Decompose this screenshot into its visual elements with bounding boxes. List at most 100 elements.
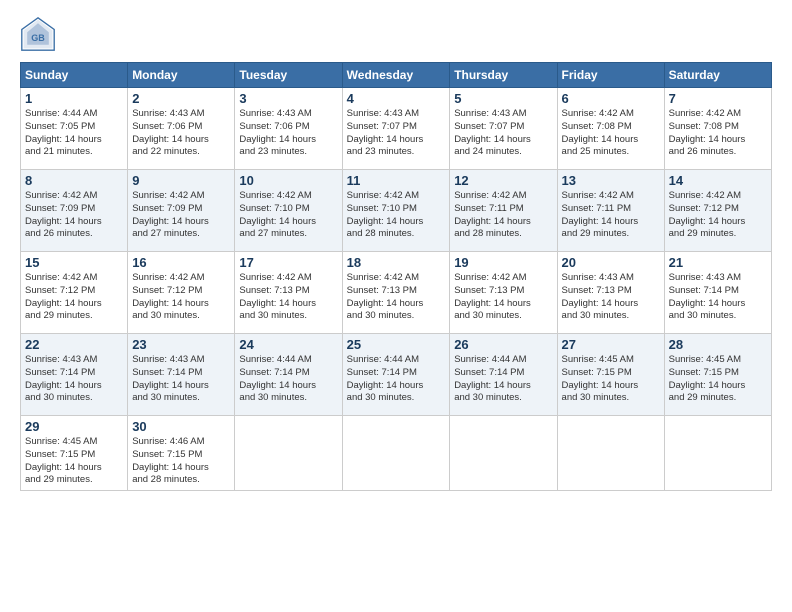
sunrise-time: 4:42 AM (277, 272, 312, 283)
day-detail: Sunrise: 4:44 AM Sunset: 7:14 PM Dayligh… (454, 354, 552, 405)
sunset-label: Sunset: (239, 285, 274, 296)
sunset-label: Sunset: (25, 285, 60, 296)
calendar-cell: 16 Sunrise: 4:42 AM Sunset: 7:12 PM Dayl… (128, 252, 235, 334)
sunset-time: 7:13 PM (382, 285, 417, 296)
daylight-label: Daylight: (669, 380, 709, 391)
sunset-label: Sunset: (454, 121, 489, 132)
day-number: 7 (669, 91, 767, 106)
sunrise-time: 4:42 AM (599, 190, 634, 201)
day-detail: Sunrise: 4:42 AM Sunset: 7:11 PM Dayligh… (562, 190, 660, 241)
daylight-label: Daylight: (239, 298, 279, 309)
sunset-time: 7:12 PM (167, 285, 202, 296)
day-detail: Sunrise: 4:42 AM Sunset: 7:08 PM Dayligh… (669, 108, 767, 159)
weekday-header: Wednesday (342, 63, 450, 88)
sunset-label: Sunset: (132, 203, 167, 214)
sunrise-time: 4:44 AM (277, 354, 312, 365)
calendar-cell: 4 Sunrise: 4:43 AM Sunset: 7:07 PM Dayli… (342, 88, 450, 170)
sunrise-label: Sunrise: (562, 272, 600, 283)
day-number: 5 (454, 91, 552, 106)
sunrise-label: Sunrise: (132, 272, 170, 283)
sunset-time: 7:07 PM (489, 121, 524, 132)
day-number: 26 (454, 337, 552, 352)
sunrise-label: Sunrise: (239, 190, 277, 201)
sunrise-label: Sunrise: (25, 108, 63, 119)
sunset-time: 7:10 PM (382, 203, 417, 214)
sunset-time: 7:13 PM (596, 285, 631, 296)
sunrise-label: Sunrise: (669, 272, 707, 283)
day-number: 14 (669, 173, 767, 188)
day-number: 20 (562, 255, 660, 270)
header: GB (20, 16, 772, 52)
sunrise-time: 4:44 AM (384, 354, 419, 365)
day-number: 18 (347, 255, 446, 270)
sunset-time: 7:12 PM (703, 203, 738, 214)
day-number: 2 (132, 91, 230, 106)
sunset-label: Sunset: (25, 449, 60, 460)
sunset-time: 7:12 PM (60, 285, 95, 296)
day-detail: Sunrise: 4:45 AM Sunset: 7:15 PM Dayligh… (669, 354, 767, 405)
sunrise-label: Sunrise: (454, 272, 492, 283)
sunrise-time: 4:43 AM (599, 272, 634, 283)
sunset-label: Sunset: (347, 367, 382, 378)
calendar-cell: 5 Sunrise: 4:43 AM Sunset: 7:07 PM Dayli… (450, 88, 557, 170)
sunrise-time: 4:42 AM (492, 272, 527, 283)
page: GB SundayMondayTuesdayWednesdayThursdayF… (0, 0, 792, 612)
calendar-cell: 6 Sunrise: 4:42 AM Sunset: 7:08 PM Dayli… (557, 88, 664, 170)
calendar-week-row: 8 Sunrise: 4:42 AM Sunset: 7:09 PM Dayli… (21, 170, 772, 252)
daylight-label: Daylight: (562, 380, 602, 391)
calendar-cell: 26 Sunrise: 4:44 AM Sunset: 7:14 PM Dayl… (450, 334, 557, 416)
day-detail: Sunrise: 4:43 AM Sunset: 7:06 PM Dayligh… (132, 108, 230, 159)
sunset-label: Sunset: (562, 121, 597, 132)
day-number: 15 (25, 255, 123, 270)
sunrise-time: 4:45 AM (706, 354, 741, 365)
calendar-cell: 17 Sunrise: 4:42 AM Sunset: 7:13 PM Dayl… (235, 252, 342, 334)
sunset-label: Sunset: (454, 203, 489, 214)
calendar-cell: 19 Sunrise: 4:42 AM Sunset: 7:13 PM Dayl… (450, 252, 557, 334)
day-detail: Sunrise: 4:43 AM Sunset: 7:14 PM Dayligh… (25, 354, 123, 405)
day-detail: Sunrise: 4:44 AM Sunset: 7:14 PM Dayligh… (347, 354, 446, 405)
sunset-time: 7:14 PM (274, 367, 309, 378)
daylight-label: Daylight: (562, 298, 602, 309)
calendar-cell (450, 416, 557, 491)
daylight-label: Daylight: (132, 134, 172, 145)
sunrise-label: Sunrise: (132, 436, 170, 447)
sunset-time: 7:15 PM (167, 449, 202, 460)
daylight-label: Daylight: (25, 380, 65, 391)
daylight-label: Daylight: (25, 462, 65, 473)
sunrise-time: 4:46 AM (170, 436, 205, 447)
sunset-time: 7:14 PM (60, 367, 95, 378)
sunset-label: Sunset: (132, 449, 167, 460)
sunrise-label: Sunrise: (347, 354, 385, 365)
sunset-time: 7:15 PM (703, 367, 738, 378)
calendar-cell (664, 416, 771, 491)
calendar-cell: 14 Sunrise: 4:42 AM Sunset: 7:12 PM Dayl… (664, 170, 771, 252)
sunset-label: Sunset: (239, 121, 274, 132)
day-number: 25 (347, 337, 446, 352)
day-detail: Sunrise: 4:43 AM Sunset: 7:13 PM Dayligh… (562, 272, 660, 323)
sunrise-time: 4:42 AM (384, 272, 419, 283)
daylight-label: Daylight: (562, 216, 602, 227)
daylight-label: Daylight: (454, 380, 494, 391)
daylight-label: Daylight: (669, 216, 709, 227)
calendar-cell: 21 Sunrise: 4:43 AM Sunset: 7:14 PM Dayl… (664, 252, 771, 334)
sunrise-label: Sunrise: (454, 354, 492, 365)
day-number: 12 (454, 173, 552, 188)
sunset-time: 7:14 PM (167, 367, 202, 378)
sunrise-label: Sunrise: (239, 272, 277, 283)
day-number: 24 (239, 337, 337, 352)
day-detail: Sunrise: 4:42 AM Sunset: 7:11 PM Dayligh… (454, 190, 552, 241)
day-detail: Sunrise: 4:45 AM Sunset: 7:15 PM Dayligh… (25, 436, 123, 487)
sunrise-label: Sunrise: (562, 108, 600, 119)
daylight-label: Daylight: (454, 134, 494, 145)
sunrise-time: 4:43 AM (706, 272, 741, 283)
day-number: 28 (669, 337, 767, 352)
daylight-label: Daylight: (347, 216, 387, 227)
daylight-label: Daylight: (132, 462, 172, 473)
daylight-label: Daylight: (239, 380, 279, 391)
daylight-label: Daylight: (347, 134, 387, 145)
sunset-time: 7:09 PM (60, 203, 95, 214)
calendar-week-row: 15 Sunrise: 4:42 AM Sunset: 7:12 PM Dayl… (21, 252, 772, 334)
day-number: 19 (454, 255, 552, 270)
sunrise-label: Sunrise: (25, 354, 63, 365)
sunrise-label: Sunrise: (669, 190, 707, 201)
